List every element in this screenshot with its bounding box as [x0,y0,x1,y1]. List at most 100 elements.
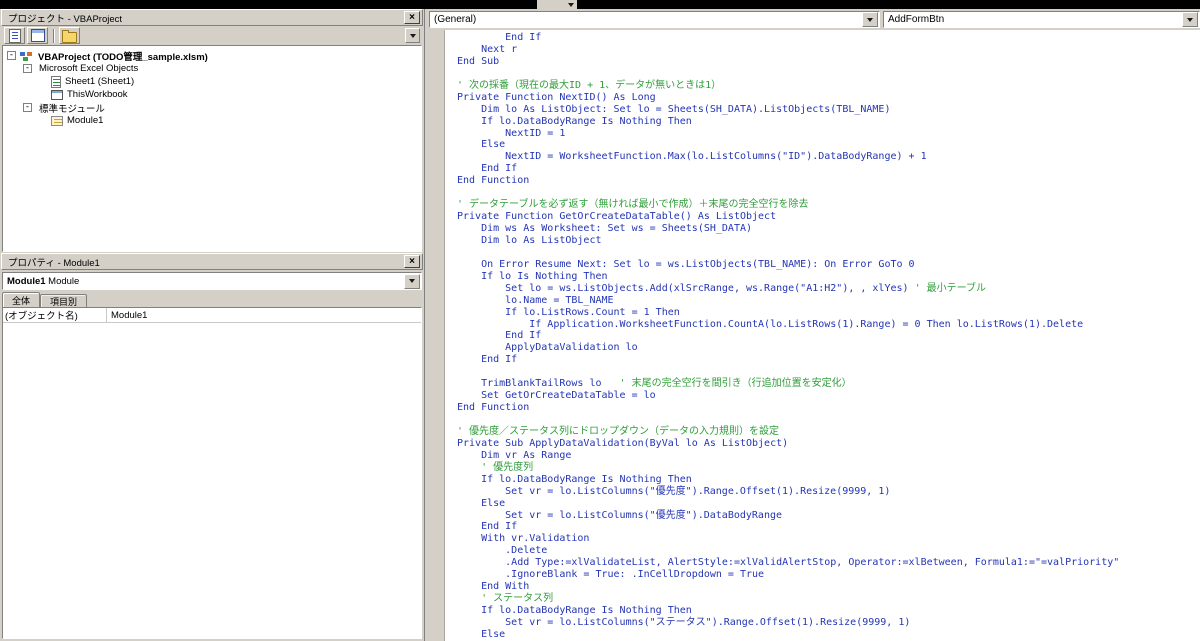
project-panel-title: プロジェクト - VBAProject [8,13,123,25]
folder-icon [62,29,77,43]
tab-alphabetic[interactable]: 全体 [2,292,41,308]
code-line: NextID = WorksheetFunction.Max(lo.ListCo… [457,151,927,163]
margin-indicator-bar [426,30,445,641]
chevron-down-icon [409,279,415,283]
code-line: Private Function GetOrCreateDataTable() … [457,211,777,223]
project-panel-titlebar: プロジェクト - VBAProject × [1,9,423,26]
code-line: End If [457,330,542,342]
code-editor[interactable]: End If Next r End Sub ' 次の採番（現在の最大ID + 1、… [426,30,1200,641]
tree-item[interactable]: - 標準モジュール [5,101,421,115]
property-value[interactable]: Module1 [107,310,147,321]
view-code-icon [8,28,21,43]
chevron-down-icon [1187,17,1193,22]
code-line: Else [457,139,506,151]
view-code-button[interactable] [4,27,25,44]
code-line: Dim lo As ListObject: Set lo = Sheets(SH… [457,103,891,115]
toolbar-overflow-button[interactable] [405,28,420,43]
code-line: End If [457,163,518,175]
object-dropdown-value: (General) [434,14,477,25]
code-line: End Function [457,175,530,187]
close-icon[interactable]: × [404,11,420,24]
properties-panel-title: プロパティ - Module1 [8,257,100,269]
code-line: On Error Resume Next: Set lo = ws.ListOb… [457,258,915,270]
module-icon [51,115,63,126]
tree-item-label: ThisWorkbook [67,89,128,100]
property-row[interactable]: (オブジェクト名) Module1 [3,308,421,323]
tree-item-label: Module1 [67,115,104,126]
chevron-down-icon [568,2,574,7]
tree-item-label: 標準モジュール [39,103,105,115]
code-lines: End If Next r End Sub ' 次の採番（現在の最大ID + 1、… [446,32,1200,641]
code-line: Else [457,628,506,640]
workbook-icon [51,89,63,100]
code-pane: (General) AddFormBtn End If Next r End Su… [426,9,1200,641]
code-line: ' 次の採番（現在の最大ID + 1、データが無いときは1） [457,79,722,91]
object-dropdown[interactable]: (General) [429,11,880,28]
tree-item-label: Microsoft Excel Objects [39,63,139,74]
code-line: Private Function NextID() As Long [457,91,656,103]
code-line: .Add Type:=xlValidateList, AlertStyle:=x… [457,557,1120,569]
dropdown-arrow-button[interactable] [1182,12,1198,27]
procedure-dropdown-value: AddFormBtn [888,14,945,25]
toggle-folders-button[interactable] [59,27,80,44]
code-line: Private Sub ApplyDataValidation(ByVal lo… [457,437,789,449]
code-line: If lo.ListRows.Count = 1 Then [457,306,680,318]
dropdown-arrow-button[interactable] [404,273,420,289]
toolbar-combobox-fragment [537,0,577,9]
code-line: Set GetOrCreateDataTable = lo [457,390,656,402]
code-line: ' 優先度／ステータス列にドロップダウン（データの入力規則）を設定 [457,425,780,437]
code-line: End If [457,354,518,366]
property-name: (オブジェクト名) [3,308,107,322]
close-icon[interactable]: × [404,255,420,268]
vba-editor-window: プロジェクト - VBAProject × - VBAProject (TODO管… [0,0,1200,641]
dropdown-arrow-button[interactable] [862,12,878,27]
tree-item[interactable]: ThisWorkbook [5,88,421,101]
chevron-down-icon [409,33,416,38]
code-line: ' ステータス列 [481,593,554,605]
procedure-dropdown[interactable]: AddFormBtn [883,11,1200,28]
code-line: Set vr = lo.ListColumns("ステータス").Range.O… [457,616,911,628]
code-line: ApplyDataValidation lo [457,342,638,354]
tree-item[interactable]: Module1 [5,114,421,127]
tree-item[interactable]: - VBAProject (TODO管理_sample.xlsm) [5,49,421,63]
code-line: Dim vr As Range [457,449,572,461]
properties-tabs: 全体 項目別 [2,292,88,308]
view-object-button[interactable] [27,27,48,44]
properties-grid[interactable]: (オブジェクト名) Module1 [2,307,422,639]
code-line: Next r [457,43,518,55]
code-line: If lo Is Nothing Then [457,270,608,282]
code-line: ' データテーブルを必ず返す（無ければ最小で作成）＋末尾の完全空行を除去 [457,199,809,211]
sheet-icon [51,75,61,88]
code-line: End Sub [457,55,500,67]
expander-icon[interactable]: - [7,51,16,60]
tree-item[interactable]: Sheet1 (Sheet1) [5,75,421,88]
toolbar-separator [53,28,54,43]
code-line: NextID = 1 [457,127,566,139]
code-line: If lo.DataBodyRange Is Nothing Then [457,115,692,127]
code-line: End With [457,581,530,593]
project-icon [20,51,25,56]
properties-panel-titlebar: プロパティ - Module1 × [1,253,423,270]
code-line: If Application.WorksheetFunction.CountA(… [457,318,1084,330]
tree-item[interactable]: - Microsoft Excel Objects [5,62,421,75]
chevron-down-icon [867,17,873,22]
code-line: Dim lo As ListObject [457,234,602,246]
code-line: Dim ws As Worksheet: Set ws = Sheets(SH_… [457,223,753,234]
properties-object-selector[interactable]: Module1 Module [2,272,422,290]
code-window-header: (General) AddFormBtn [426,9,1200,30]
code-line: End Function [457,402,530,414]
tab-categorized[interactable]: 項目別 [40,294,88,308]
project-tree[interactable]: - VBAProject (TODO管理_sample.xlsm) - Microso… [2,45,422,252]
tree-item-label: VBAProject (TODO管理_sample.xlsm) [38,51,208,63]
code-line: If lo.DataBodyRange Is Nothing Then [457,605,692,616]
expander-icon[interactable]: - [23,64,32,73]
code-line: Set vr = lo.ListColumns("優先度").DataBodyR… [457,509,783,521]
code-line: Set vr = lo.ListColumns("優先度").Range.Off… [457,485,891,497]
code-line: TrimBlankTailRows lo ' 末尾の完全空行を間引き（行追加位置… [457,378,852,390]
expander-icon[interactable]: - [23,103,32,112]
code-line: lo.Name = TBL_NAME [457,294,614,306]
